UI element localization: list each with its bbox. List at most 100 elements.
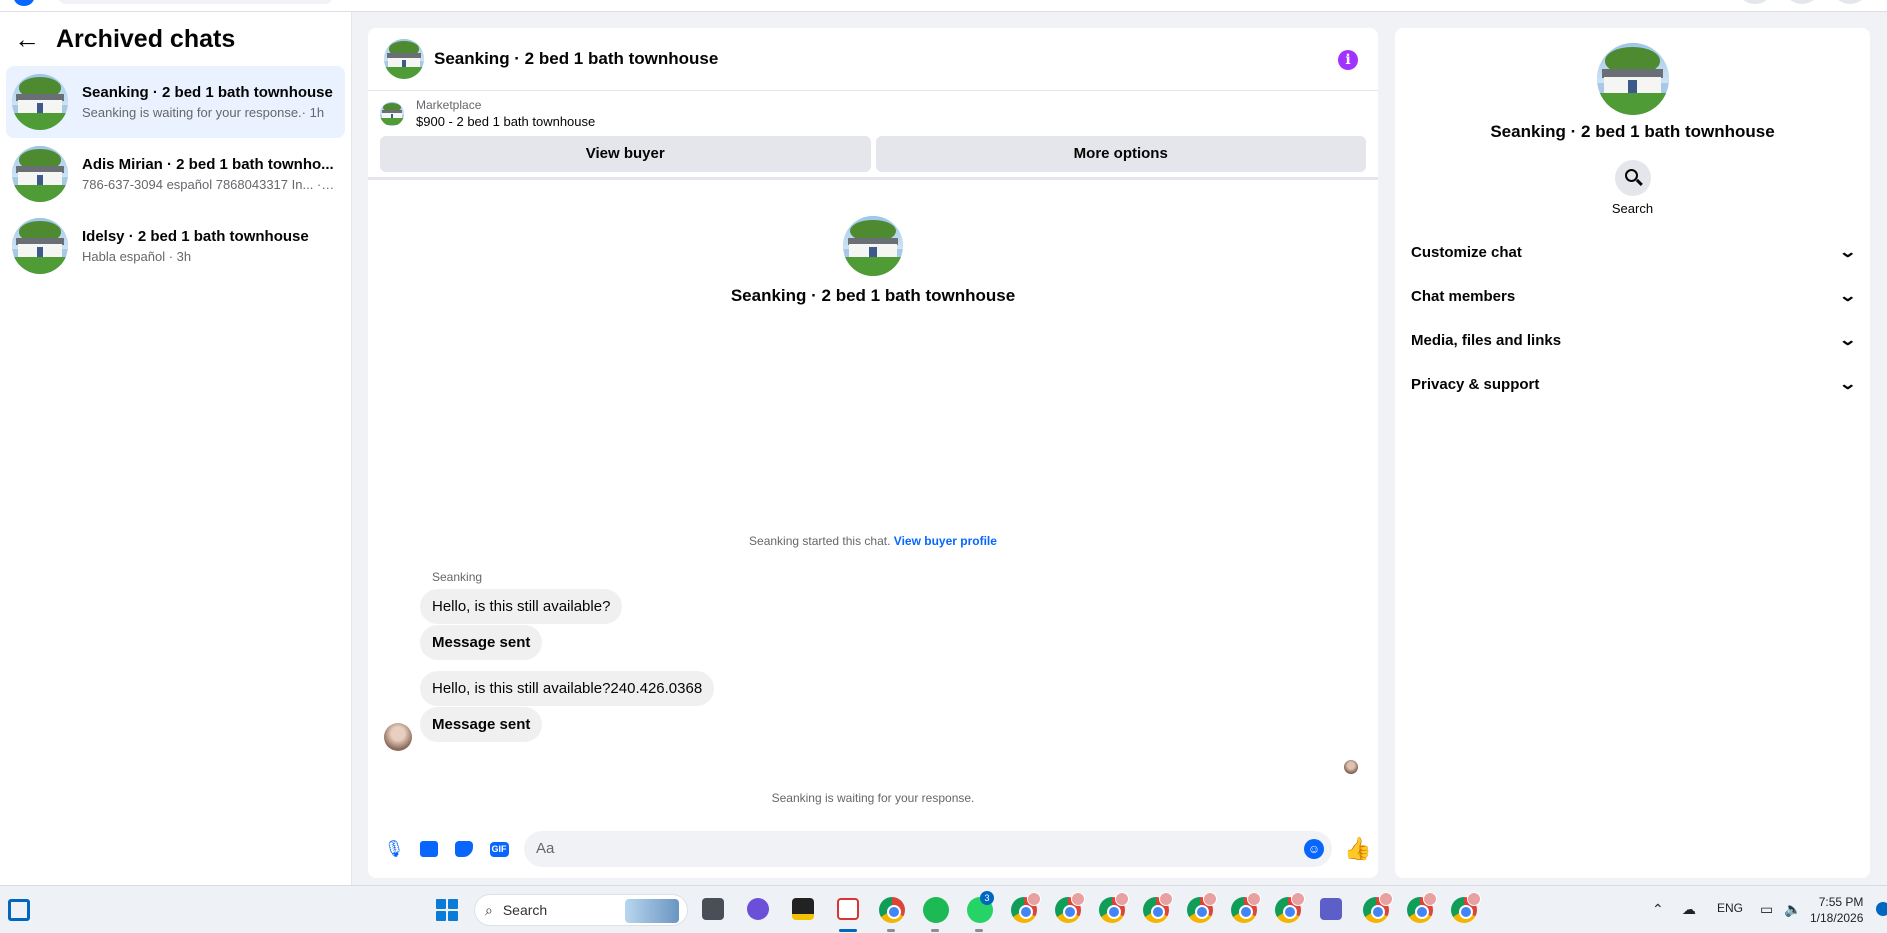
chat-preview: Seanking is waiting for your response.· … [82,105,325,120]
section-customize-chat[interactable]: Customize chat ⌄ [1395,230,1870,274]
top-navigation-strip [0,0,1887,12]
search-highlight-icon [625,899,679,923]
chrome-profile-icon[interactable] [1187,892,1217,923]
marketplace-label: Marketplace [416,98,482,112]
conversation-avatar[interactable] [384,39,424,79]
message-input[interactable]: Aa ☺ [524,831,1332,867]
active-app-indicator [839,929,857,932]
search-label: Search [1611,201,1654,216]
info-icon[interactable]: i [1338,50,1358,70]
whatsapp-badge: 3 [980,891,994,905]
snipping-tool-icon[interactable] [837,898,859,920]
message-bubble[interactable]: Message sent [420,625,543,660]
photo-icon[interactable] [419,839,439,859]
listing-title: $900 - 2 bed 1 bath townhouse [416,114,596,129]
back-arrow-icon[interactable]: ← [14,26,40,52]
sticker-icon[interactable] [454,839,474,859]
section-chat-members[interactable]: Chat members ⌄ [1395,274,1870,318]
chat-item-seanking[interactable]: Seanking · 2 bed 1 bath townhouse Seanki… [6,66,345,138]
spotify-icon[interactable] [923,897,949,923]
sticky-notes-icon[interactable] [792,898,814,920]
section-label: Customize chat [1411,243,1522,261]
listing-thumbnail [380,101,404,126]
task-view-icon[interactable] [702,898,724,920]
start-icon[interactable] [436,899,458,921]
chevron-down-icon: ⌄ [1837,376,1857,393]
chevron-down-icon: ⌄ [1837,332,1857,349]
message-bubble[interactable]: Hello, is this still available? [420,589,623,624]
conversation-header: Seanking · 2 bed 1 bath townhouse i [368,28,1378,91]
chrome-profile-icon[interactable] [1363,892,1393,923]
message-bubble[interactable]: Hello, is this still available?240.426.0… [420,671,715,706]
chrome-profile-icon[interactable] [1451,892,1481,923]
cloud-off-icon[interactable]: ☁ [1682,901,1696,918]
chat-name: Idelsy · 2 bed 1 bath townhouse [82,228,309,245]
conversation-panel: Seanking · 2 bed 1 bath townhouse i Mark… [368,28,1378,878]
chrome-icon[interactable] [879,897,905,923]
running-indicator [975,929,983,932]
chevron-up-icon[interactable]: ⌃ [1652,901,1664,918]
seen-avatar [1344,760,1358,774]
marketplace-listing[interactable]: Marketplace $900 - 2 bed 1 bath townhous… [368,91,1378,136]
chat-name: Adis Mirian · 2 bed 1 bath townho... [82,156,334,173]
sidebar-header: ← Archived chats [0,12,351,66]
section-privacy-support[interactable]: Privacy & support ⌄ [1395,362,1870,406]
menu-icon[interactable] [1740,0,1770,4]
taskbar-clock[interactable]: 7:55 PM 1/18/2026 [1810,894,1863,926]
sidebar-title: Archived chats [56,24,236,53]
conversation-title[interactable]: Seanking · 2 bed 1 bath townhouse [434,49,718,69]
widgets-icon[interactable] [8,899,30,921]
chat-started-notice: Seanking started this chat. View buyer p… [368,534,1378,548]
waiting-notice: Seanking is waiting for your response. [771,791,975,805]
intro-name: Seanking · 2 bed 1 bath townhouse [730,286,1016,305]
thumbs-up-icon[interactable]: 👍 [1344,836,1371,862]
chrome-profile-icon[interactable] [1231,892,1261,923]
message-bubble[interactable]: Message sent [420,707,543,742]
intro-avatar [843,216,903,276]
details-search[interactable]: Search [1395,160,1870,216]
gif-icon[interactable]: GIF [489,839,509,859]
sender-avatar[interactable] [384,723,412,751]
facebook-logo-icon[interactable] [14,0,34,6]
chevron-down-icon: ⌄ [1837,288,1857,305]
meet-icon[interactable] [747,898,769,920]
started-text: Seanking started this chat. [749,534,891,548]
taskbar-search[interactable]: ⌕ Search [474,894,688,926]
chrome-profile-icon[interactable] [1407,892,1437,923]
section-media-files-links[interactable]: Media, files and links ⌄ [1395,318,1870,362]
chat-details-panel: Seanking · 2 bed 1 bath townhouse Search… [1395,28,1870,878]
section-label: Chat members [1411,287,1516,305]
more-options-button[interactable]: More options [875,136,1366,172]
sender-name: Seanking [432,570,483,584]
chat-item-adis-mirian[interactable]: Adis Mirian · 2 bed 1 bath townho... 786… [6,138,345,210]
running-indicator [887,929,895,932]
notification-icon[interactable] [1876,902,1887,916]
search-icon: ⌕ [485,901,493,918]
running-indicator [931,929,939,932]
chat-preview: Habla español · 3h [82,249,192,264]
chrome-profile-icon[interactable] [1011,892,1041,923]
messenger-icon[interactable] [1787,0,1817,4]
chrome-profile-icon[interactable] [1055,892,1085,923]
emoji-icon[interactable]: ☺ [1304,839,1324,859]
gif-label: GIF [489,841,509,857]
teams-icon[interactable] [1320,898,1342,920]
clock-date: 1/18/2026 [1810,911,1864,925]
facebook-search-input[interactable] [58,0,333,4]
volume-icon[interactable]: 🔈 [1784,901,1801,918]
details-name: Seanking · 2 bed 1 bath townhouse [1490,122,1775,141]
chrome-profile-icon[interactable] [1143,892,1173,923]
profile-avatar[interactable] [1835,0,1865,4]
search-icon[interactable] [1614,160,1651,196]
chat-avatar [12,74,68,130]
details-avatar[interactable] [1596,43,1669,115]
language-indicator[interactable]: ENG [1717,901,1743,915]
view-buyer-button[interactable]: View buyer [380,136,871,172]
chat-item-idelsy[interactable]: Idelsy · 2 bed 1 bath townhouse Habla es… [6,210,345,282]
view-buyer-profile-link[interactable]: View buyer profile [894,534,997,548]
network-icon[interactable]: ▭ [1760,901,1773,918]
chat-avatar [12,218,68,274]
chrome-profile-icon[interactable] [1275,892,1305,923]
chrome-profile-icon[interactable] [1099,892,1129,923]
microphone-icon[interactable]: 🎙 [384,839,404,859]
